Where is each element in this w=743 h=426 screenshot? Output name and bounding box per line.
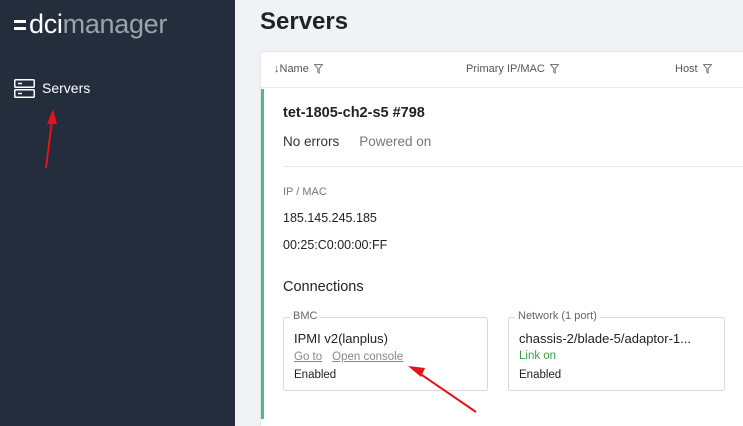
filter-icon[interactable] <box>313 64 323 74</box>
filter-icon[interactable] <box>549 64 559 74</box>
logo-prefix: dci <box>29 9 63 39</box>
go-to-link[interactable]: Go to <box>294 351 322 363</box>
error-status: No errors <box>283 134 340 149</box>
column-header-primary-ip[interactable]: Primary IP/MAC <box>466 63 559 75</box>
logo-text: dcimanager <box>29 9 167 39</box>
bmc-legend: BMC <box>290 310 321 322</box>
sidebar-item-servers[interactable]: Servers <box>14 77 90 99</box>
column-header-name[interactable]: ↓Name <box>274 63 323 75</box>
bmc-connection-box: BMC IPMI v2(lanplus) Go to Open console … <box>283 310 488 391</box>
page-title: Servers <box>260 8 349 35</box>
bmc-state: Enabled <box>294 369 337 381</box>
connections-title: Connections <box>283 279 364 295</box>
mac-address: 00:25:C0:00:00:FF <box>283 238 388 252</box>
divider <box>283 166 743 167</box>
network-legend: Network (1 port) <box>515 310 600 322</box>
servers-list: ↓Name Primary IP/MAC Host tet-1805-ch2-s… <box>260 51 743 426</box>
logo-mark-icon <box>14 20 26 30</box>
sidebar: dcimanager Servers <box>0 0 235 426</box>
server-name[interactable]: tet-1805-ch2-s5 #798 <box>283 105 425 121</box>
network-state: Enabled <box>519 369 562 381</box>
table-header: ↓Name Primary IP/MAC Host <box>261 52 743 88</box>
column-header-host[interactable]: Host <box>675 63 712 75</box>
filter-icon[interactable] <box>702 64 712 74</box>
sidebar-item-label: Servers <box>42 80 91 96</box>
column-label: ↓Name <box>274 63 309 75</box>
network-connection-box: Network (1 port) chassis-2/blade-5/adapt… <box>508 310 725 391</box>
server-icon <box>14 78 35 98</box>
column-label: Host <box>675 63 698 75</box>
link-status: Link on <box>519 350 557 362</box>
column-label: Primary IP/MAC <box>466 63 545 75</box>
ip-address: 185.145.245.185 <box>283 211 377 225</box>
main-content: Servers ↓Name Primary IP/MAC Host tet-18… <box>235 0 743 426</box>
bmc-type: IPMI v2(lanplus) <box>294 331 388 346</box>
server-detail-card: tet-1805-ch2-s5 #798 No errors Powered o… <box>261 89 743 419</box>
open-console-link[interactable]: Open console <box>332 351 403 363</box>
bmc-links: Go to Open console <box>294 351 403 363</box>
ip-mac-label: IP / MAC <box>283 186 327 198</box>
server-status: No errors Powered on <box>283 134 431 149</box>
power-status: Powered on <box>359 134 432 149</box>
network-port: chassis-2/blade-5/adaptor-1... <box>519 331 691 346</box>
logo-suffix: manager <box>62 9 168 39</box>
app-logo[interactable]: dcimanager <box>14 9 167 39</box>
